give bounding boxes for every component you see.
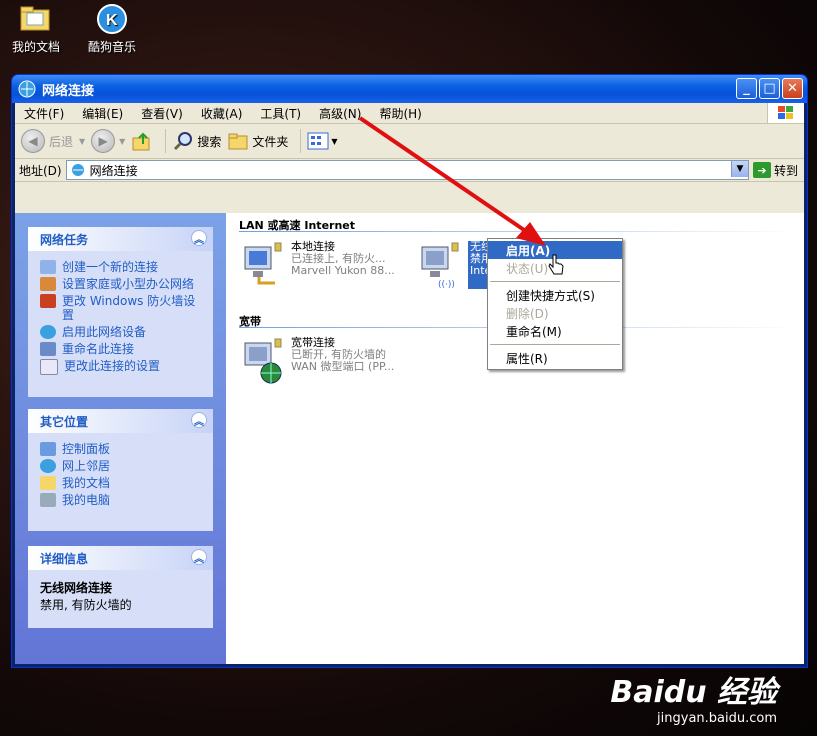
watermark-url: jingyan.baidu.com [657, 711, 777, 726]
baidu-watermark: Baidu 经验 jingyan.baidu.com [610, 667, 777, 726]
watermark-brand: Baidu 经验 [610, 675, 777, 710]
annotation-arrow-icon [358, 116, 546, 246]
